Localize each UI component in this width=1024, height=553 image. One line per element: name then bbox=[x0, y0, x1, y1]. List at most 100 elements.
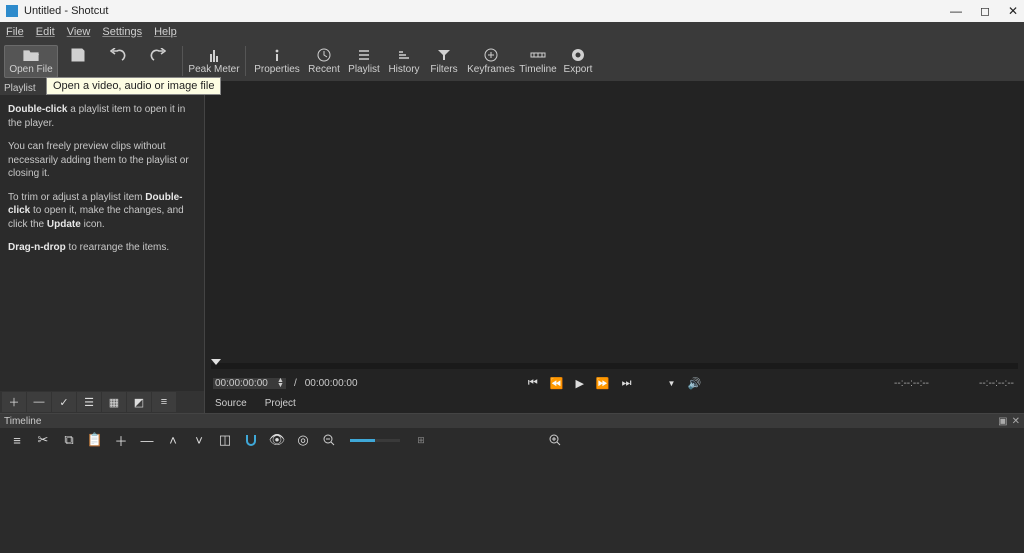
properties-label: Properties bbox=[254, 64, 300, 75]
scrub-bar[interactable] bbox=[211, 363, 1018, 369]
filters-label: Filters bbox=[430, 64, 457, 75]
skip-next-icon[interactable]: ⏭ bbox=[622, 377, 632, 390]
out-point-timecode: --:--:--:-- bbox=[979, 378, 1014, 389]
toolbar-separator bbox=[182, 46, 183, 76]
paste-icon[interactable]: 📋 bbox=[86, 431, 104, 449]
menu-file[interactable]: File bbox=[6, 26, 24, 38]
current-time-input[interactable] bbox=[215, 378, 275, 389]
play-icon[interactable]: ▶ bbox=[575, 377, 583, 390]
timeline-label: Timeline bbox=[519, 64, 556, 75]
info-icon bbox=[269, 48, 285, 62]
playlist-view-detailed-button[interactable]: ☰ bbox=[77, 392, 101, 412]
current-time-spinner[interactable]: ▲▼ bbox=[213, 378, 286, 389]
in-point-timecode: --:--:--:-- bbox=[894, 378, 929, 389]
history-button[interactable]: History bbox=[384, 46, 424, 77]
volume-icon[interactable]: 🔊 bbox=[687, 377, 701, 390]
playlist-view-icons-button[interactable]: ◩ bbox=[127, 392, 151, 412]
menu-help[interactable]: Help bbox=[154, 26, 177, 38]
ripple-icon[interactable]: ◎ bbox=[294, 431, 312, 449]
timeline-toolbar: ≡ ✂ ⧉ 📋 ＋ — ˄ ˅ ◫ 👁 ◎ ⊞ bbox=[0, 428, 1024, 452]
main-area: Playlist ▣ ✕ Double-click a playlist ite… bbox=[0, 81, 1024, 413]
tab-project[interactable]: Project bbox=[265, 398, 296, 409]
transport-bar: ▲▼ / 00:00:00:00 ⏮ ⏪ ▶ ⏩ ⏭ ▼ 🔊 --:--:--:… bbox=[205, 373, 1024, 393]
export-icon bbox=[570, 48, 586, 62]
total-time: 00:00:00:00 bbox=[305, 378, 358, 389]
close-panel-icon[interactable]: ✕ bbox=[1012, 416, 1020, 427]
maximize-button[interactable]: ◻ bbox=[980, 4, 990, 18]
rewind-icon[interactable]: ⏪ bbox=[550, 377, 564, 390]
copy-icon[interactable]: ⧉ bbox=[60, 431, 78, 449]
timeline-button[interactable]: Timeline bbox=[518, 46, 558, 77]
playlist-add-button[interactable]: ＋ bbox=[2, 392, 26, 412]
snap-icon[interactable] bbox=[242, 431, 260, 449]
time-separator: / bbox=[294, 378, 297, 389]
save-button[interactable]: S bbox=[58, 46, 98, 77]
menu-bar: File Edit View Settings Help bbox=[0, 22, 1024, 41]
playlist-panel-title: Playlist bbox=[4, 83, 36, 94]
minimize-button[interactable]: — bbox=[950, 4, 962, 18]
clock-icon bbox=[316, 48, 332, 62]
fast-forward-icon[interactable]: ⏩ bbox=[596, 377, 610, 390]
zoom-out-icon[interactable] bbox=[320, 431, 338, 449]
timeline-menu-icon[interactable]: ≡ bbox=[8, 431, 26, 449]
scrub-audio-icon[interactable]: 👁 bbox=[268, 431, 286, 449]
window-title: Untitled - Shotcut bbox=[24, 5, 108, 17]
window-controls: — ◻ ✕ bbox=[950, 4, 1018, 18]
undo-icon bbox=[110, 48, 126, 62]
playlist-toolbar: ＋ — ✓ ☰ ▦ ◩ ≡ bbox=[0, 391, 204, 413]
in-out-timecodes: --:--:--:-- --:--:--:-- bbox=[894, 378, 1014, 389]
toolbar-separator bbox=[245, 46, 246, 76]
overwrite-icon[interactable]: ˅ bbox=[190, 431, 208, 449]
history-label: History bbox=[388, 64, 419, 75]
timeline-panel-controls: ▣ ✕ bbox=[998, 416, 1020, 427]
peak-meter-label: Peak Meter bbox=[188, 64, 239, 75]
remove-icon[interactable]: — bbox=[138, 431, 156, 449]
export-button[interactable]: Export bbox=[558, 46, 598, 77]
history-icon bbox=[396, 48, 412, 62]
app-logo-icon bbox=[6, 5, 18, 17]
preview-panel: ▲▼ / 00:00:00:00 ⏮ ⏪ ▶ ⏩ ⏭ ▼ 🔊 --:--:--:… bbox=[205, 81, 1024, 413]
timeline-tracks[interactable] bbox=[0, 452, 1024, 553]
open-file-button[interactable]: Open File bbox=[4, 45, 58, 78]
lift-icon[interactable]: ˄ bbox=[164, 431, 182, 449]
zoom-fit-icon[interactable]: ▼ bbox=[668, 379, 676, 388]
tab-source[interactable]: Source bbox=[215, 398, 247, 409]
playlist-update-button[interactable]: ✓ bbox=[52, 392, 76, 412]
playlist-view-tiles-button[interactable]: ▦ bbox=[102, 392, 126, 412]
zoom-in-icon[interactable] bbox=[546, 431, 564, 449]
transport-controls: ⏮ ⏪ ▶ ⏩ ⏭ ▼ 🔊 bbox=[528, 377, 701, 390]
window-titlebar: Untitled - Shotcut — ◻ ✕ bbox=[0, 0, 1024, 22]
recent-button[interactable]: Recent bbox=[304, 46, 344, 77]
preview-canvas bbox=[205, 81, 1024, 363]
cut-icon[interactable]: ✂ bbox=[34, 431, 52, 449]
main-toolbar: Open File S U R Peak Meter Properties Re… bbox=[0, 41, 1024, 81]
playlist-button[interactable]: Playlist bbox=[344, 46, 384, 77]
playlist-menu-button[interactable]: ≡ bbox=[152, 392, 176, 412]
menu-view[interactable]: View bbox=[67, 26, 91, 38]
properties-button[interactable]: Properties bbox=[250, 46, 304, 77]
split-icon[interactable]: ◫ bbox=[216, 431, 234, 449]
keyframes-label: Keyframes bbox=[467, 64, 515, 75]
keyframes-icon bbox=[483, 48, 499, 62]
undo-button[interactable]: U bbox=[98, 46, 138, 77]
filters-button[interactable]: Filters bbox=[424, 46, 464, 77]
zoom-level-icon[interactable]: ⊞ bbox=[412, 431, 430, 449]
redo-icon bbox=[150, 48, 166, 62]
menu-edit[interactable]: Edit bbox=[36, 26, 55, 38]
playlist-remove-button[interactable]: — bbox=[27, 392, 51, 412]
titlebar-left: Untitled - Shotcut bbox=[6, 5, 108, 17]
append-icon[interactable]: ＋ bbox=[112, 431, 130, 449]
skip-previous-icon[interactable]: ⏮ bbox=[528, 377, 538, 390]
funnel-icon bbox=[436, 48, 452, 62]
float-panel-icon[interactable]: ▣ bbox=[998, 416, 1007, 427]
recent-label: Recent bbox=[308, 64, 340, 75]
keyframes-button[interactable]: Keyframes bbox=[464, 46, 518, 77]
timeline-panel-header: Timeline ▣ ✕ bbox=[0, 414, 1024, 428]
peak-meter-button[interactable]: Peak Meter bbox=[187, 46, 241, 77]
menu-settings[interactable]: Settings bbox=[102, 26, 142, 38]
zoom-slider[interactable] bbox=[350, 439, 400, 442]
open-file-tooltip: Open a video, audio or image file bbox=[46, 77, 221, 95]
redo-button[interactable]: R bbox=[138, 46, 178, 77]
playlist-help-text: Double-click a playlist item to open it … bbox=[0, 95, 204, 391]
close-button[interactable]: ✕ bbox=[1008, 4, 1018, 18]
